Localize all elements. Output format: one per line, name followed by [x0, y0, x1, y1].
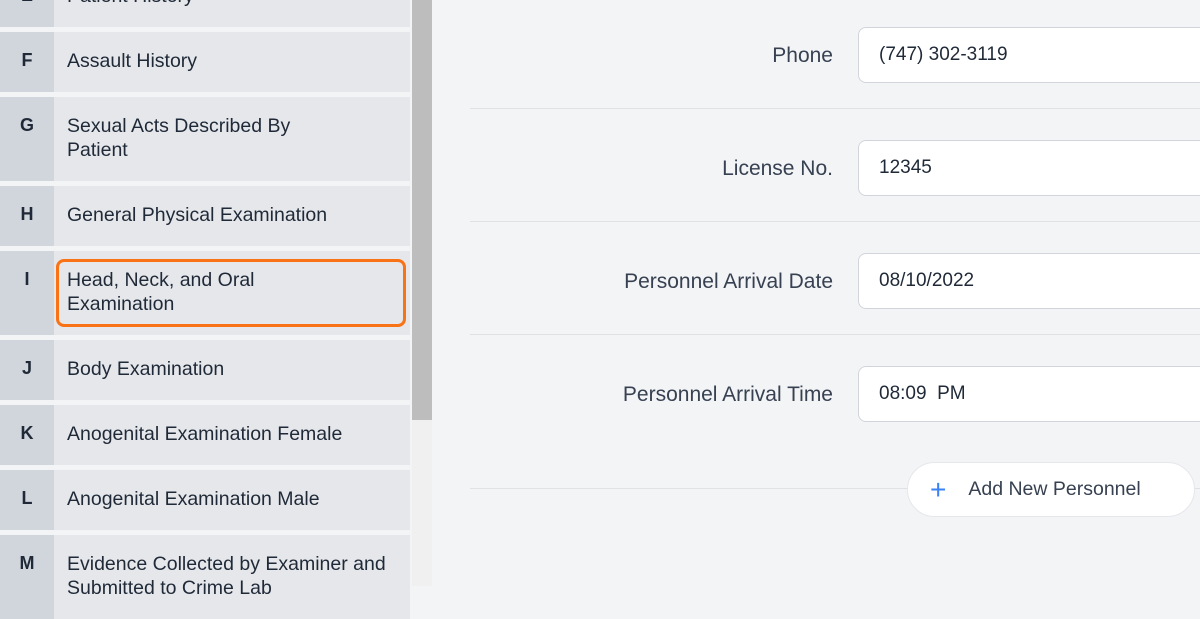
sidebar-item-f[interactable]: F Assault History	[0, 32, 410, 92]
divider	[470, 108, 1200, 109]
item-letter: F	[0, 32, 54, 92]
arrival-time-input[interactable]: 08:09 PM	[858, 366, 1200, 422]
section-sidebar: EPatient History F Assault History G Sexua…	[0, 0, 410, 619]
sidebar-item-h[interactable]: H General Physical Examination	[0, 186, 410, 246]
arrival-date-label: Personnel Arrival Date	[624, 270, 833, 293]
sidebar-scrollbar[interactable]	[412, 0, 432, 586]
item-label: Anogenital Examination Male	[67, 488, 320, 510]
item-label: Sexual Acts Described By Patient	[67, 115, 291, 161]
sidebar-item-i[interactable]: I Head, Neck, and Oral Examination	[0, 251, 410, 335]
item-letter: J	[0, 340, 54, 400]
sidebar-item-j[interactable]: J Body Examination	[0, 340, 410, 400]
license-label: License No.	[722, 157, 833, 180]
sidebar-item-l[interactable]: L Anogenital Examination Male	[0, 470, 410, 530]
item-letter: H	[0, 186, 54, 246]
item-label: Head, Neck, and Oral Examination	[54, 251, 410, 335]
item-letter: G	[0, 97, 54, 181]
phone-label: Phone	[772, 44, 833, 67]
license-input[interactable]: 12345	[858, 140, 1200, 196]
add-button-label: Add New Personnel	[968, 478, 1141, 500]
arrival-time-label: Personnel Arrival Time	[622, 383, 833, 406]
item-letter: I	[0, 251, 54, 335]
item-label: General Physical Examination	[67, 204, 328, 226]
item-letter: K	[0, 405, 54, 465]
divider	[470, 221, 1200, 222]
scrollbar-thumb[interactable]	[412, 0, 432, 420]
item-letter: M	[0, 535, 54, 619]
sidebar-item-g[interactable]: G Sexual Acts Described By Patient	[0, 97, 410, 181]
item-letter: E	[0, 0, 54, 27]
item-label: Assault History	[67, 50, 198, 72]
item-label: Anogenital Examination Female	[67, 423, 343, 445]
item-label: Evidence Collected by Examiner and Submi…	[67, 553, 386, 599]
plus-icon: +	[930, 473, 947, 505]
arrival-date-input[interactable]: 08/10/2022	[858, 253, 1200, 309]
sidebar-item-m[interactable]: M Evidence Collected by Examiner and Subm…	[0, 535, 410, 619]
item-letter: L	[0, 470, 54, 530]
divider	[470, 334, 1200, 335]
sidebar-item-e[interactable]: EPatient History	[0, 0, 410, 27]
sidebar-item-k[interactable]: K Anogenital Examination Female	[0, 405, 410, 465]
add-new-personnel-button[interactable]: + Add New Personnel	[907, 462, 1195, 517]
item-label: Body Examination	[67, 358, 225, 380]
phone-input[interactable]: (747) 302-3119	[858, 27, 1200, 83]
item-label: Patient History	[54, 0, 410, 27]
